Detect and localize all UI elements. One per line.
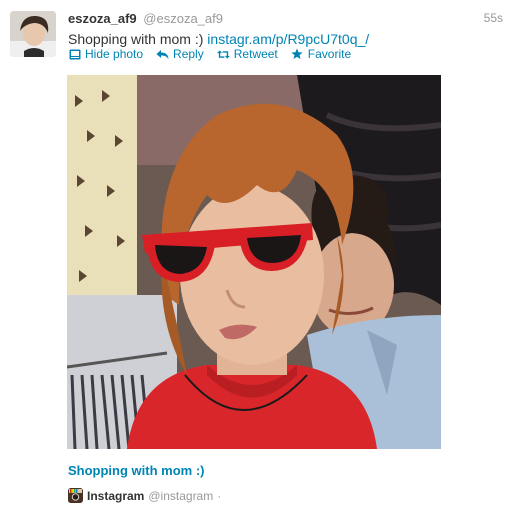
media-caption[interactable]: Shopping with mom :) bbox=[68, 463, 204, 478]
photo-image bbox=[67, 75, 441, 449]
photo-icon bbox=[68, 48, 81, 61]
star-icon bbox=[291, 48, 304, 61]
reply-arrow-icon bbox=[156, 48, 169, 61]
tweet-link[interactable]: instagr.am/p/R9pcU7t0q_/ bbox=[207, 31, 369, 47]
tweet-timestamp[interactable]: 55s bbox=[484, 11, 503, 25]
favorite-button[interactable]: Favorite bbox=[291, 47, 351, 61]
reply-label: Reply bbox=[173, 47, 204, 61]
avatar-image bbox=[10, 11, 56, 57]
tweet-actions: Hide photo Reply Retweet Favorite bbox=[68, 47, 351, 61]
retweet-label: Retweet bbox=[233, 47, 278, 61]
retweet-button[interactable]: Retweet bbox=[216, 47, 278, 61]
tweet: eszoza_af9 @eszoza_af9 55s Shopping with… bbox=[0, 0, 515, 517]
favorite-label: Favorite bbox=[307, 47, 352, 61]
user-screenname[interactable]: @eszoza_af9 bbox=[143, 11, 223, 26]
source-handle[interactable]: @instagram bbox=[148, 489, 213, 503]
tweet-text: Shopping with mom :) instagr.am/p/R9pcU7… bbox=[68, 31, 369, 47]
avatar[interactable] bbox=[10, 11, 56, 57]
reply-button[interactable]: Reply bbox=[156, 47, 204, 61]
media-source: Instagram @instagram · bbox=[68, 488, 221, 503]
source-separator: · bbox=[217, 488, 222, 503]
hide-photo-button[interactable]: Hide photo bbox=[68, 47, 143, 61]
source-name[interactable]: Instagram bbox=[87, 489, 144, 503]
tweet-text-body: Shopping with mom :) bbox=[68, 31, 208, 47]
tweet-photo[interactable] bbox=[67, 75, 441, 449]
retweet-icon bbox=[216, 48, 230, 61]
user-fullname[interactable]: eszoza_af9 bbox=[68, 11, 137, 26]
hide-photo-label: Hide photo bbox=[85, 47, 144, 61]
tweet-header: eszoza_af9 @eszoza_af9 bbox=[68, 11, 223, 26]
instagram-logo-icon bbox=[68, 488, 83, 503]
